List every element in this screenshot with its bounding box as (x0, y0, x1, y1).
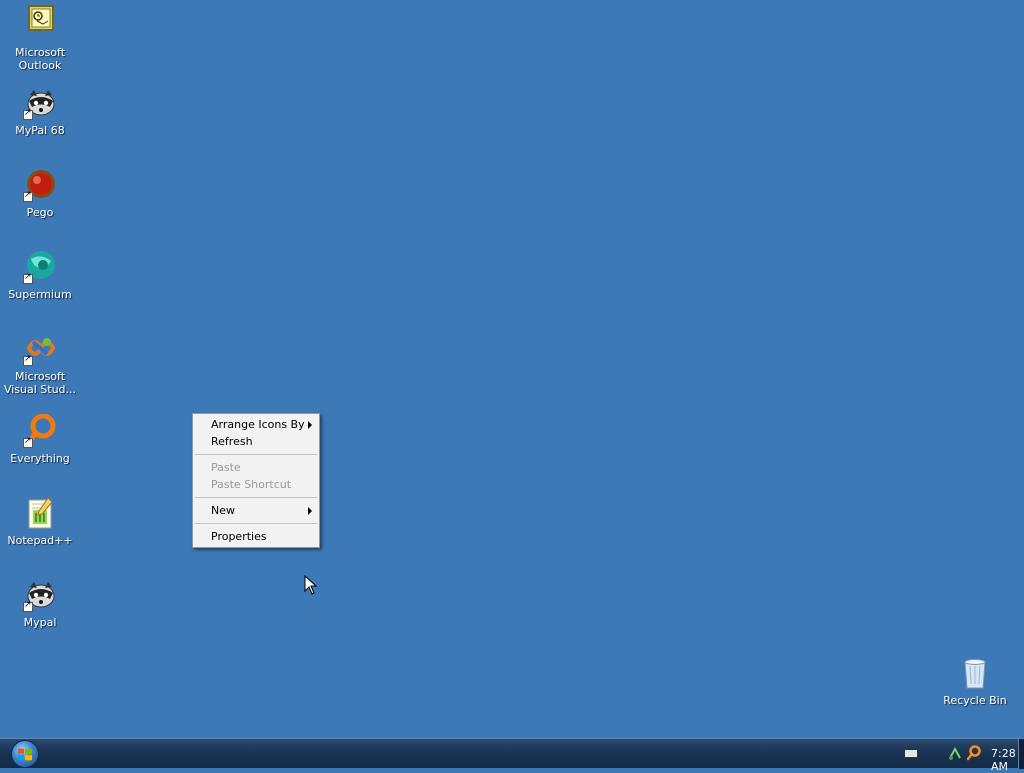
mypal-icon (23, 578, 57, 612)
menu-item-paste: Paste (193, 459, 319, 476)
menu-item-label: Paste Shortcut (211, 478, 292, 491)
everything-icon (23, 413, 57, 448)
show-desktop-button[interactable] (1018, 739, 1024, 769)
menu-item-properties[interactable]: Properties (193, 528, 319, 545)
shortcut-arrow-icon (23, 600, 33, 612)
menu-item-label: New (211, 504, 235, 517)
menu-separator (195, 497, 317, 498)
submenu-arrow-icon (308, 421, 312, 429)
desktop-icon-label: Microsoft Outlook (14, 46, 66, 72)
menu-separator (195, 523, 317, 524)
shortcut-arrow-icon (23, 354, 33, 366)
desktop-context-menu: Arrange Icons By Refresh Paste Paste Sho… (192, 413, 320, 548)
menu-separator (195, 454, 317, 455)
desktop-icon-label: Pego (26, 206, 54, 219)
mypal-icon (23, 86, 57, 120)
desktop-icon-mypal[interactable]: Mypal (0, 578, 80, 629)
desktop-icon-everything[interactable]: Everything (0, 413, 80, 465)
desktop-icon-label: MyPal 68 (15, 124, 65, 137)
recycle-bin-icon (958, 656, 992, 690)
windows-orb-icon (18, 748, 32, 761)
menu-item-refresh[interactable]: Refresh (193, 433, 319, 450)
menu-item-label: Paste (211, 461, 241, 474)
desktop-icon-supermium[interactable]: Supermium (0, 250, 80, 301)
desktop-icon-notepad-plus-plus[interactable]: Notepad++ (0, 496, 80, 547)
menu-item-new[interactable]: New (193, 502, 319, 519)
taskbar: 7:28 AM (0, 738, 1024, 773)
desktop-icon-pego[interactable]: Pego (0, 168, 80, 219)
desktop-icon-label: Mypal (23, 616, 57, 629)
desktop-icon-label: Microsoft Visual Stud... (3, 370, 77, 396)
mouse-cursor-icon (304, 575, 318, 595)
supermium-icon (23, 250, 57, 284)
desktop-icon-mypal-68[interactable]: MyPal 68 (0, 86, 80, 137)
menu-item-label: Refresh (211, 435, 253, 448)
shortcut-arrow-icon (23, 436, 33, 448)
submenu-arrow-icon (308, 507, 312, 515)
pego-icon (23, 168, 57, 202)
shortcut-arrow-icon (23, 190, 33, 202)
visual-studio-icon (23, 332, 57, 366)
desktop-icon-label: Notepad++ (7, 534, 73, 547)
search-icon[interactable] (966, 745, 982, 761)
desktop[interactable]: Microsoft Outlook MyPal 68 Pego (0, 0, 1024, 738)
desktop-icon-label: Recycle Bin (943, 694, 1007, 707)
desktop-icon-label: Supermium (8, 288, 72, 301)
system-tray: 7:28 AM (874, 739, 1024, 773)
outlook-icon (23, 4, 57, 38)
menu-item-arrange-icons-by[interactable]: Arrange Icons By (193, 416, 319, 433)
network-icon[interactable] (948, 746, 962, 760)
start-button[interactable] (11, 740, 39, 768)
menu-item-paste-shortcut: Paste Shortcut (193, 476, 319, 493)
menu-item-label: Arrange Icons By (211, 418, 305, 431)
desktop-icon-label: Everything (10, 452, 70, 465)
keyboard-icon[interactable] (904, 749, 918, 758)
desktop-icon-recycle-bin[interactable]: Recycle Bin (935, 656, 1015, 707)
notepad-plus-plus-icon (23, 496, 57, 530)
desktop-icon-microsoft-outlook[interactable]: Microsoft Outlook (0, 4, 80, 72)
shortcut-arrow-icon (23, 272, 33, 284)
desktop-icon-microsoft-visual-studio[interactable]: Microsoft Visual Stud... (0, 332, 80, 396)
menu-item-label: Properties (211, 530, 267, 543)
shortcut-arrow-icon (23, 108, 33, 120)
